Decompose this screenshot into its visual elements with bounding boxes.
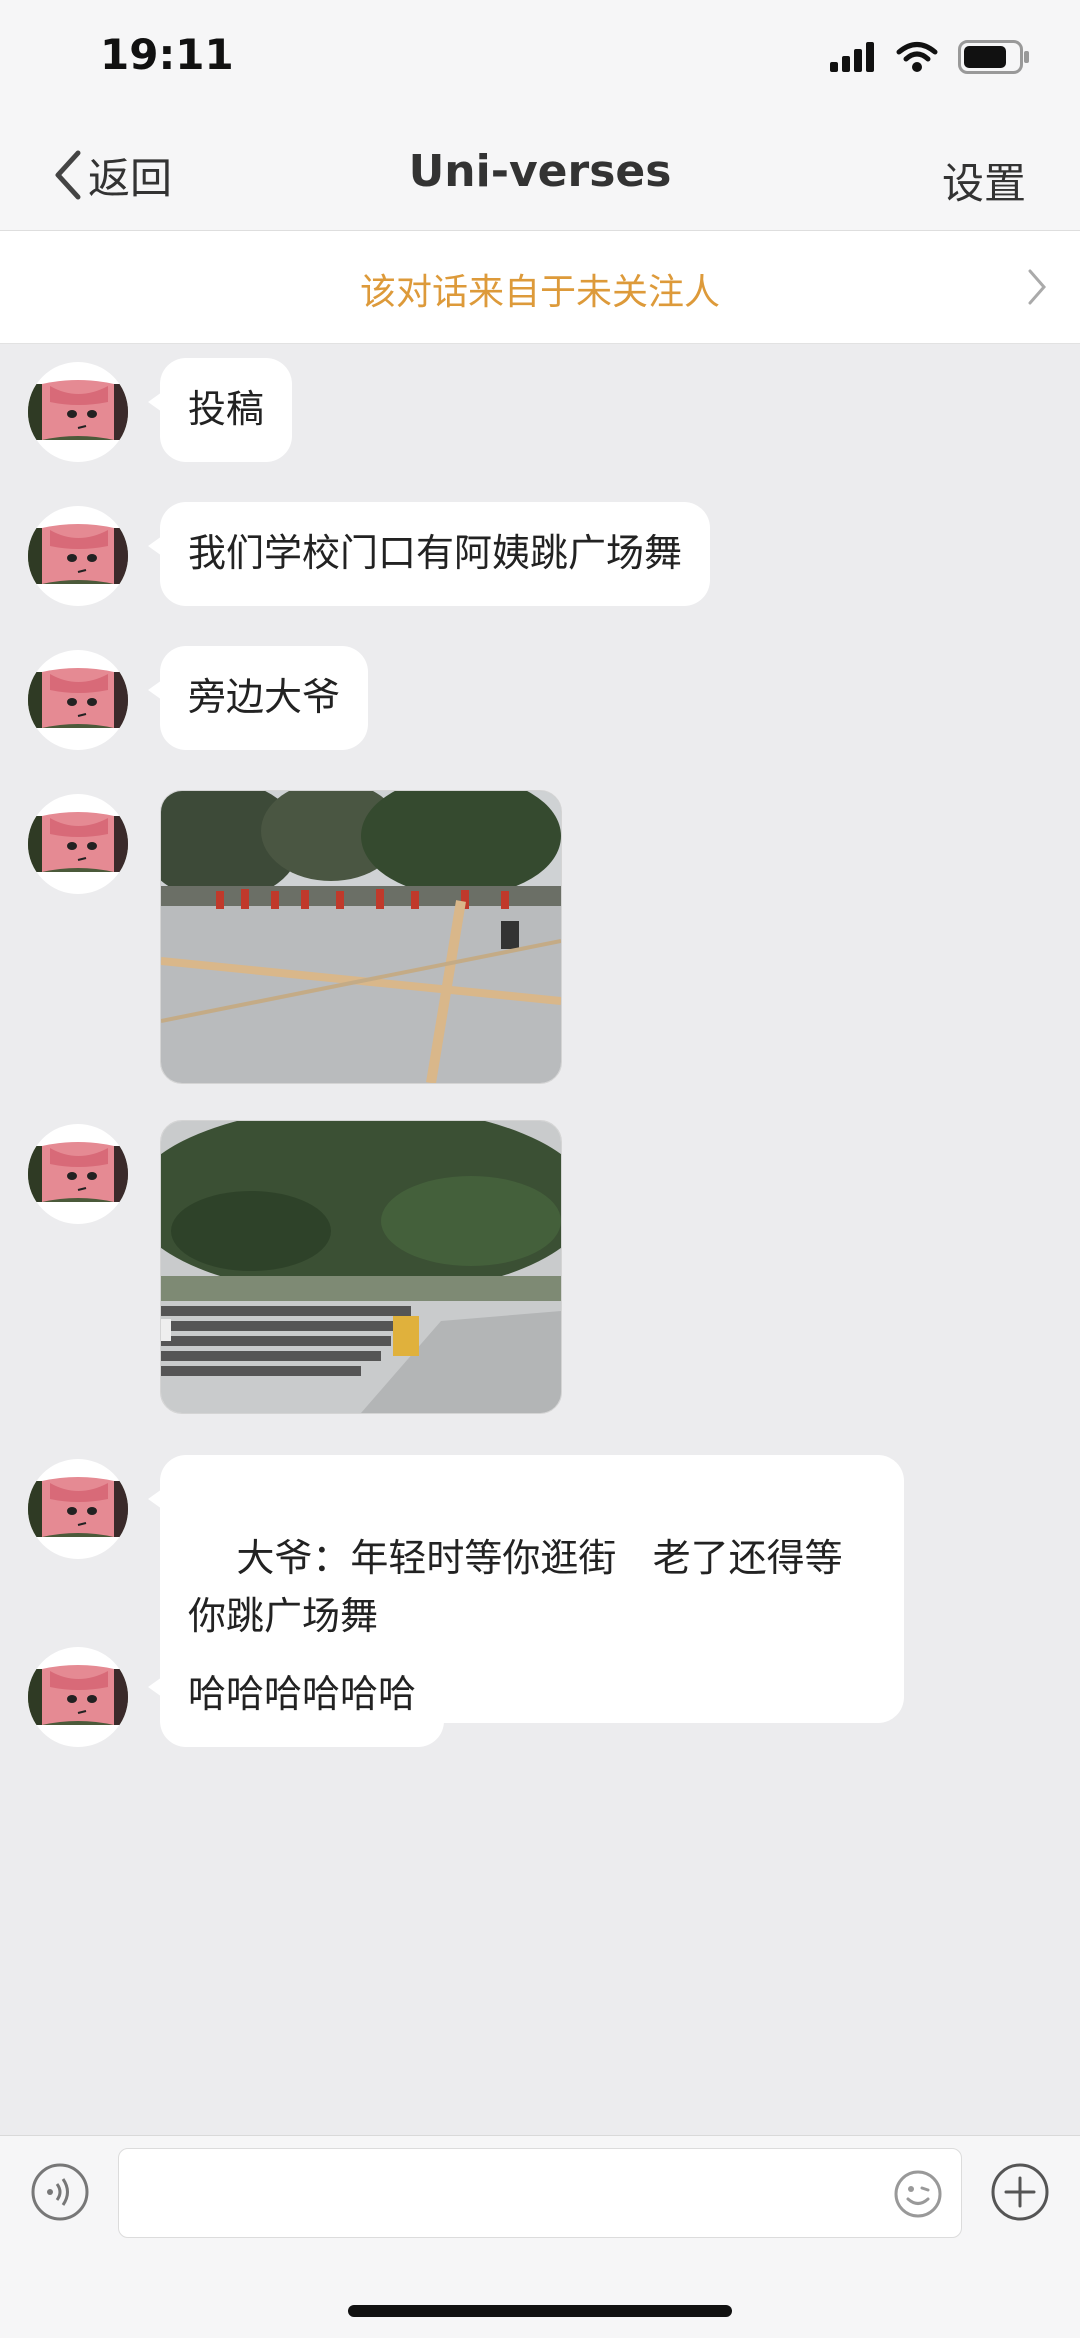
message-photo-steps[interactable] (160, 1120, 562, 1414)
message-text: 旁边大爷 (188, 675, 341, 719)
message-text: 我们学校门口有阿姨跳广场舞 (188, 531, 683, 575)
avatar[interactable] (28, 362, 128, 462)
voice-icon[interactable] (30, 2162, 90, 2222)
emoji-icon[interactable] (893, 2169, 943, 2219)
status-icons (830, 40, 1030, 74)
status-time: 19:11 (100, 30, 234, 79)
message-bubble[interactable]: 旁边大爷 (147, 646, 369, 750)
message-text: 投稿 (188, 387, 265, 431)
avatar[interactable] (28, 1124, 128, 1224)
stranger-notice-banner[interactable]: 该对话来自于未关注人 (0, 231, 1080, 344)
avatar[interactable] (28, 1647, 128, 1747)
status-bar: 19:11 (0, 0, 1080, 120)
chevron-right-icon (1028, 269, 1046, 305)
signal-icon (830, 42, 874, 72)
message-input[interactable] (118, 2148, 962, 2238)
nav-bar: 返回 Uni-verses 设置 (0, 120, 1080, 231)
battery-icon (958, 40, 1029, 74)
message-bubble[interactable]: 哈哈哈哈哈哈 (147, 1643, 445, 1747)
message-text: 大爷：年轻时等你逛街 老了还得等你跳广场舞 (188, 1536, 843, 1638)
settings-button[interactable]: 设置 (942, 150, 1026, 211)
plus-icon[interactable] (990, 2162, 1050, 2222)
avatar[interactable] (28, 794, 128, 894)
wifi-icon (896, 42, 938, 72)
avatar[interactable] (28, 1459, 128, 1559)
notice-text: 该对话来自于未关注人 (359, 272, 720, 313)
message-photo-plaza[interactable] (160, 790, 562, 1084)
home-indicator (348, 2305, 732, 2317)
page-title: Uni-verses (408, 146, 672, 197)
avatar[interactable] (28, 506, 128, 606)
message-text: 哈哈哈哈哈哈 (188, 1672, 417, 1716)
message-bubble[interactable]: 投稿 (147, 358, 293, 462)
message-bubble[interactable]: 我们学校门口有阿姨跳广场舞 (147, 502, 711, 606)
avatar[interactable] (28, 650, 128, 750)
